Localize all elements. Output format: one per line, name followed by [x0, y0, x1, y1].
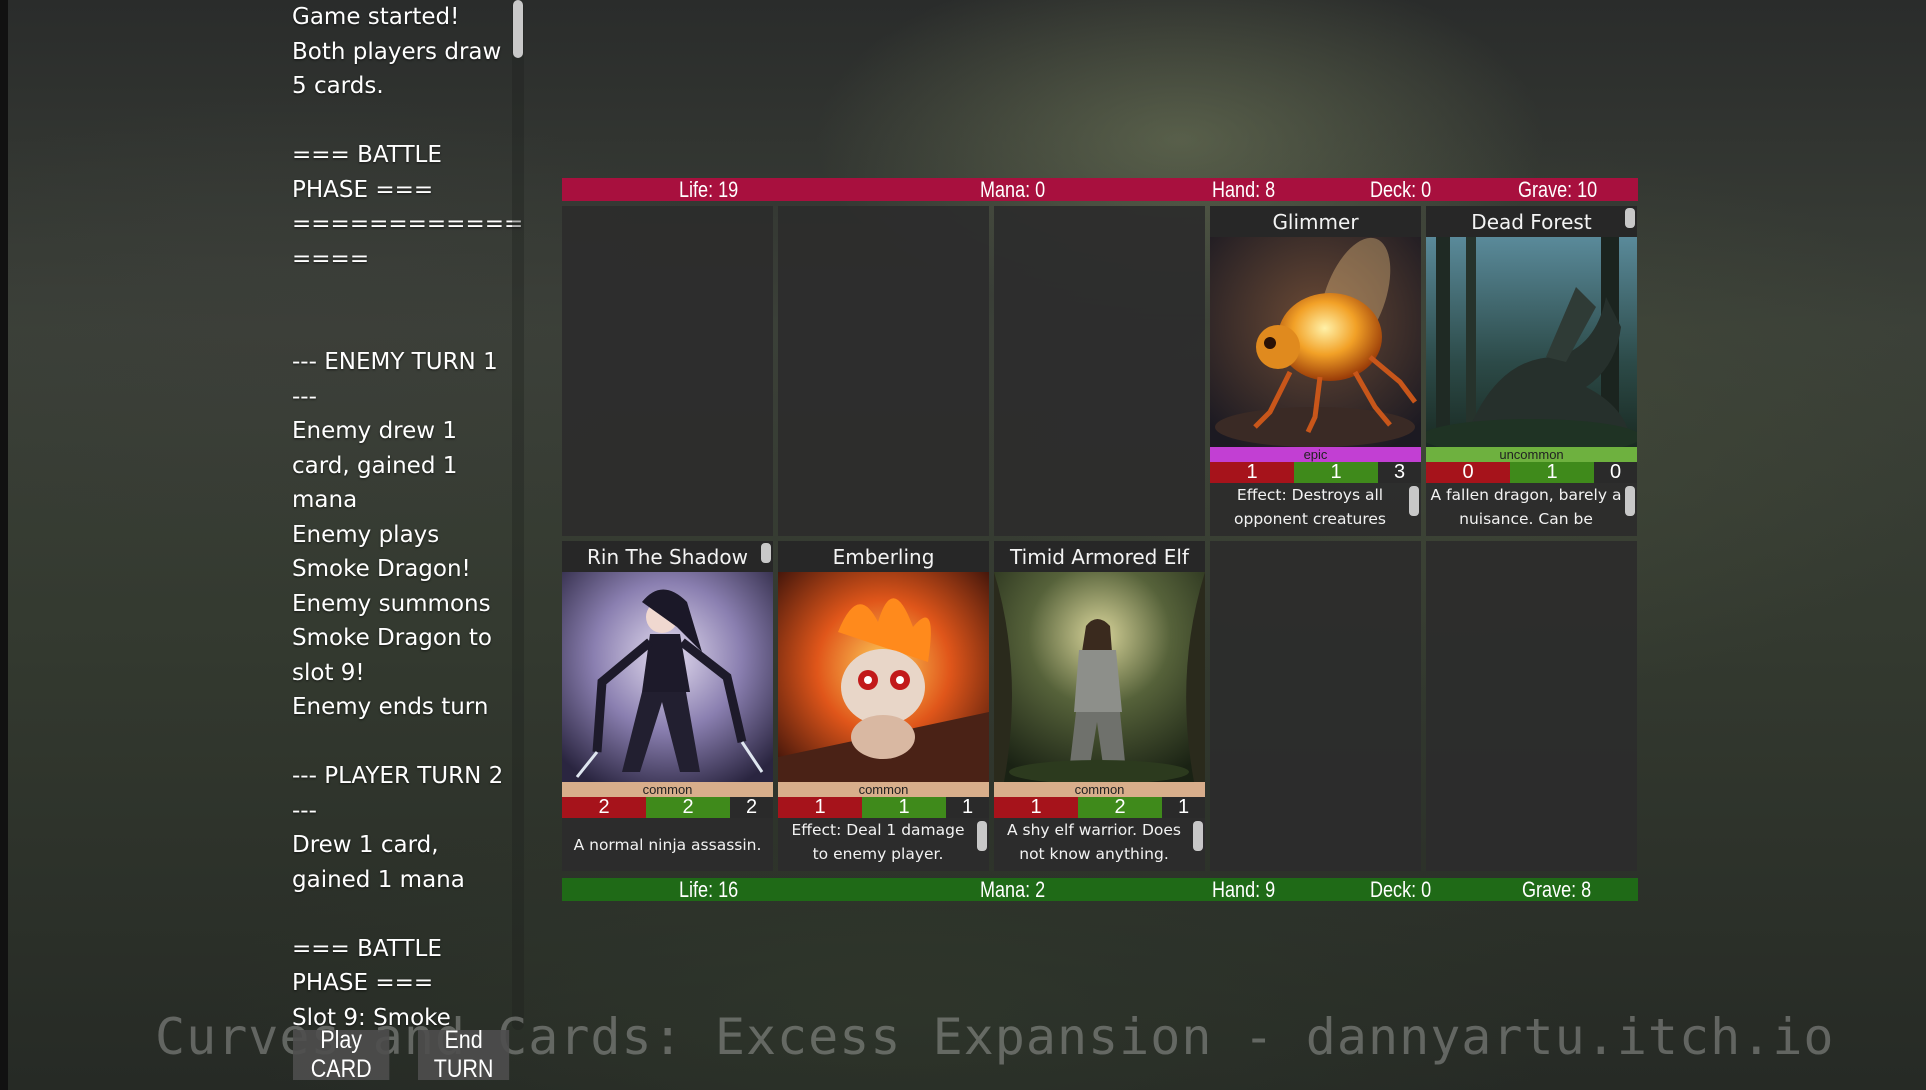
enemy-slot-empty[interactable]	[562, 206, 773, 536]
card-description[interactable]: Effect: Deal 1 damage to enemy player.	[782, 818, 974, 871]
player-card-timid-armored-elf[interactable]: Timid Armored Elf common 1 2 1 A shy elf…	[994, 541, 1205, 871]
player-card-emberling[interactable]: Emberling common 1 1 1 Effect: Deal 1 da…	[778, 541, 989, 871]
player-mana: Mana: 2	[980, 877, 1046, 902]
elf-warrior-art	[994, 572, 1205, 782]
card-description[interactable]: A shy elf warrior. Does not know anythin…	[998, 818, 1190, 871]
rarity-badge: common	[994, 782, 1205, 797]
player-grave: Grave: 8	[1522, 877, 1592, 902]
enemy-hand: Hand: 8	[1212, 177, 1276, 202]
enemy-mana: Mana: 0	[980, 177, 1046, 202]
enemy-life: Life: 19	[679, 177, 739, 202]
combat-log[interactable]: Game started! Both players draw 5 cards.…	[292, 0, 524, 1040]
title-scroll-thumb[interactable]	[1625, 208, 1635, 228]
description-scroll-thumb[interactable]	[977, 821, 987, 851]
enemy-card-glimmer[interactable]: Glimmer epic 1 1 3 Effect: Destroys all …	[1210, 206, 1421, 536]
fire-creature-art	[778, 572, 989, 782]
end-turn-button[interactable]: End TURN	[418, 1026, 510, 1083]
enemy-stats-bar: Life: 19 Mana: 0 Hand: 8 Deck: 0 Grave: …	[562, 177, 1638, 202]
cost-stat: 1	[1294, 461, 1378, 483]
ninja-art	[562, 572, 773, 782]
card-stats: 1 1 3	[1210, 461, 1421, 483]
health-stat: 1	[946, 796, 989, 818]
enemy-slot-empty[interactable]	[994, 206, 1205, 536]
description-scroll-thumb[interactable]	[1409, 486, 1419, 516]
player-life: Life: 16	[679, 877, 739, 902]
player-stats-bar: Life: 16 Mana: 2 Hand: 9 Deck: 0 Grave: …	[562, 877, 1638, 902]
rarity-badge: epic	[1210, 447, 1421, 462]
card-description[interactable]: A normal ninja assassin.	[566, 818, 769, 871]
play-card-button[interactable]: Play CARD	[293, 1026, 390, 1083]
cost-stat: 1	[862, 796, 946, 818]
player-hand: Hand: 9	[1212, 877, 1276, 902]
health-stat: 3	[1378, 461, 1421, 483]
rarity-badge: common	[778, 782, 989, 797]
combat-log-text: Game started! Both players draw 5 cards.…	[292, 4, 524, 1031]
card-stats: 1 2 1	[994, 796, 1205, 818]
enemy-slot-empty[interactable]	[778, 206, 989, 536]
card-title: Glimmer	[1210, 206, 1421, 237]
health-stat: 0	[1594, 461, 1637, 483]
left-edge-shade	[0, 0, 8, 1090]
cost-stat: 2	[1078, 796, 1162, 818]
card-title: Timid Armored Elf	[994, 541, 1205, 572]
card-description[interactable]: A fallen dragon, barely a nuisance. Can …	[1430, 483, 1622, 536]
glowing-insect-art	[1210, 237, 1421, 447]
player-deck: Deck: 0	[1370, 877, 1432, 902]
health-stat: 2	[730, 796, 773, 818]
attack-stat: 1	[778, 796, 862, 818]
rarity-badge: uncommon	[1426, 447, 1637, 462]
card-title: Emberling	[778, 541, 989, 572]
player-card-rin-the-shadow[interactable]: Rin The Shadow common 2 2 2 A normal nin…	[562, 541, 773, 871]
attack-stat: 1	[994, 796, 1078, 818]
card-stats: 2 2 2	[562, 796, 773, 818]
enemy-card-dead-forest[interactable]: Dead Forest uncommon 0 1 0 A fallen drag…	[1426, 206, 1637, 536]
card-stats: 0 1 0	[1426, 461, 1637, 483]
card-description[interactable]: Effect: Destroys all opponent creatures	[1214, 483, 1406, 536]
rarity-badge: common	[562, 782, 773, 797]
title-scroll-thumb[interactable]	[761, 543, 771, 563]
combat-log-scroll-thumb[interactable]	[513, 0, 523, 58]
card-title: Rin The Shadow	[562, 541, 773, 572]
description-scroll-thumb[interactable]	[1625, 486, 1635, 516]
player-slot-empty[interactable]	[1210, 541, 1421, 871]
enemy-grave: Grave: 10	[1518, 177, 1598, 202]
attack-stat: 2	[562, 796, 646, 818]
health-stat: 1	[1162, 796, 1205, 818]
description-scroll-thumb[interactable]	[1193, 821, 1203, 851]
player-slot-empty[interactable]	[1426, 541, 1637, 871]
attack-stat: 1	[1210, 461, 1294, 483]
forest-dragon-art	[1426, 237, 1637, 447]
combat-log-scrollbar[interactable]	[512, 0, 524, 1030]
cost-stat: 2	[646, 796, 730, 818]
card-stats: 1 1 1	[778, 796, 989, 818]
attack-stat: 0	[1426, 461, 1510, 483]
card-title: Dead Forest	[1426, 206, 1637, 237]
cost-stat: 1	[1510, 461, 1594, 483]
enemy-deck: Deck: 0	[1370, 177, 1432, 202]
